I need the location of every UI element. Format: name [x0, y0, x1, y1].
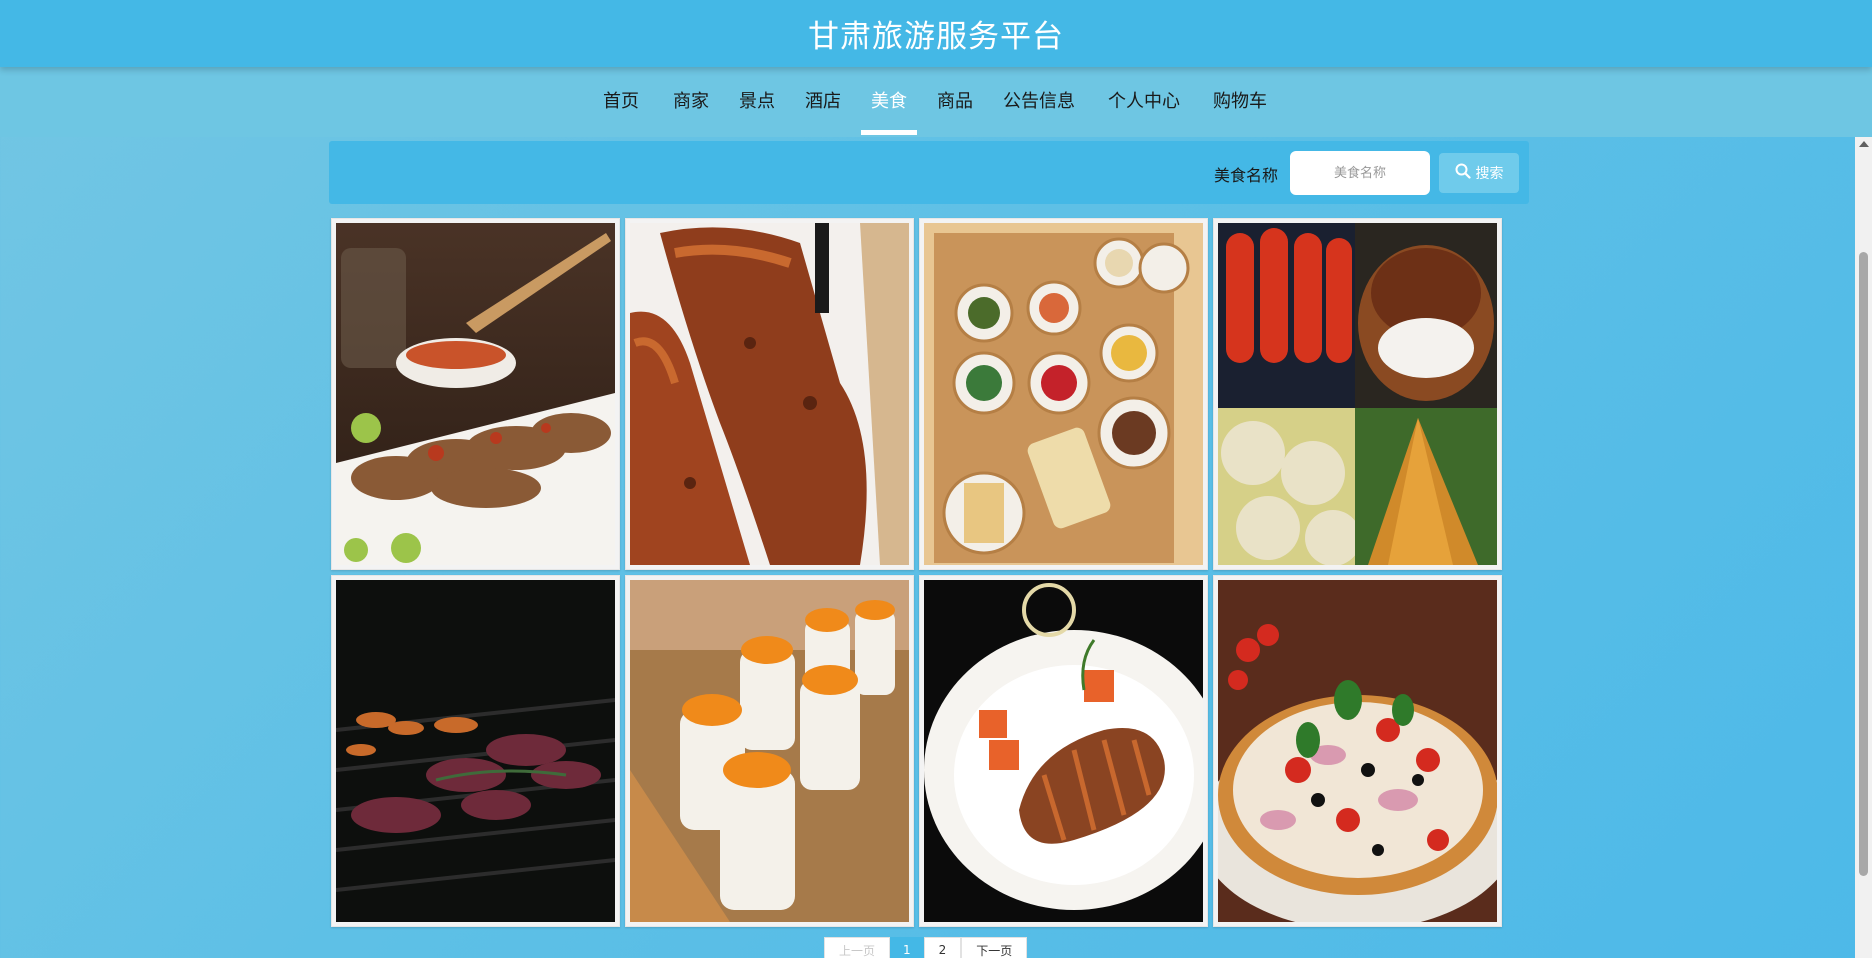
food-image-grilled-meat [336, 223, 615, 565]
pagination: 上一页 1 2 下一页 [824, 937, 1028, 958]
main-nav: 首页 商家 景点 酒店 美食 商品 公告信息 个人中心 购物车 [0, 67, 1872, 137]
site-header: 甘肃旅游服务平台 [0, 0, 1872, 67]
search-label: 美食名称 [1214, 166, 1279, 185]
food-card[interactable] [919, 575, 1208, 927]
nav-item-food[interactable]: 美食 [871, 87, 907, 113]
page-number-button[interactable]: 2 [923, 937, 962, 958]
food-image-bento-box [924, 223, 1203, 565]
food-image-barbecued-pork [630, 223, 909, 565]
next-page-button[interactable]: 下一页 [961, 937, 1028, 958]
nav-item-cart[interactable]: 购物车 [1213, 87, 1267, 113]
search-icon [1455, 163, 1471, 183]
site-title: 甘肃旅游服务平台 [808, 19, 1064, 55]
nav-item-announcements[interactable]: 公告信息 [1003, 87, 1075, 113]
food-image-sushi-rolls [630, 580, 909, 922]
food-image-street-food-collage [1218, 223, 1497, 565]
nav-item-hotels[interactable]: 酒店 [805, 87, 841, 113]
food-card[interactable] [625, 218, 914, 570]
nav-item-home[interactable]: 首页 [603, 87, 639, 113]
prev-page-button[interactable]: 上一页 [824, 937, 891, 958]
page-number-button[interactable]: 1 [890, 937, 924, 958]
food-card[interactable] [625, 575, 914, 927]
nav-item-attractions[interactable]: 景点 [739, 87, 775, 113]
food-card[interactable] [331, 575, 620, 927]
search-bar: 美食名称 搜索 [329, 141, 1529, 204]
page-scrollbar[interactable] [1855, 137, 1872, 958]
nav-item-products[interactable]: 商品 [937, 87, 973, 113]
food-card[interactable] [1213, 218, 1502, 570]
food-card[interactable] [919, 218, 1208, 570]
food-name-search-input[interactable] [1290, 151, 1430, 195]
scroll-up-arrow-icon[interactable] [1859, 141, 1869, 147]
food-image-grilled-steak [336, 580, 615, 922]
food-image-plated-meat-roll [924, 580, 1203, 922]
search-button-label: 搜索 [1475, 166, 1504, 182]
nav-item-merchants[interactable]: 商家 [673, 87, 709, 113]
active-nav-indicator [861, 130, 917, 135]
scroll-thumb[interactable] [1859, 252, 1868, 876]
food-card[interactable] [1213, 575, 1502, 927]
food-card[interactable] [331, 218, 620, 570]
search-button[interactable]: 搜索 [1439, 153, 1519, 193]
food-image-pizza [1218, 580, 1497, 922]
nav-item-profile[interactable]: 个人中心 [1108, 87, 1180, 113]
